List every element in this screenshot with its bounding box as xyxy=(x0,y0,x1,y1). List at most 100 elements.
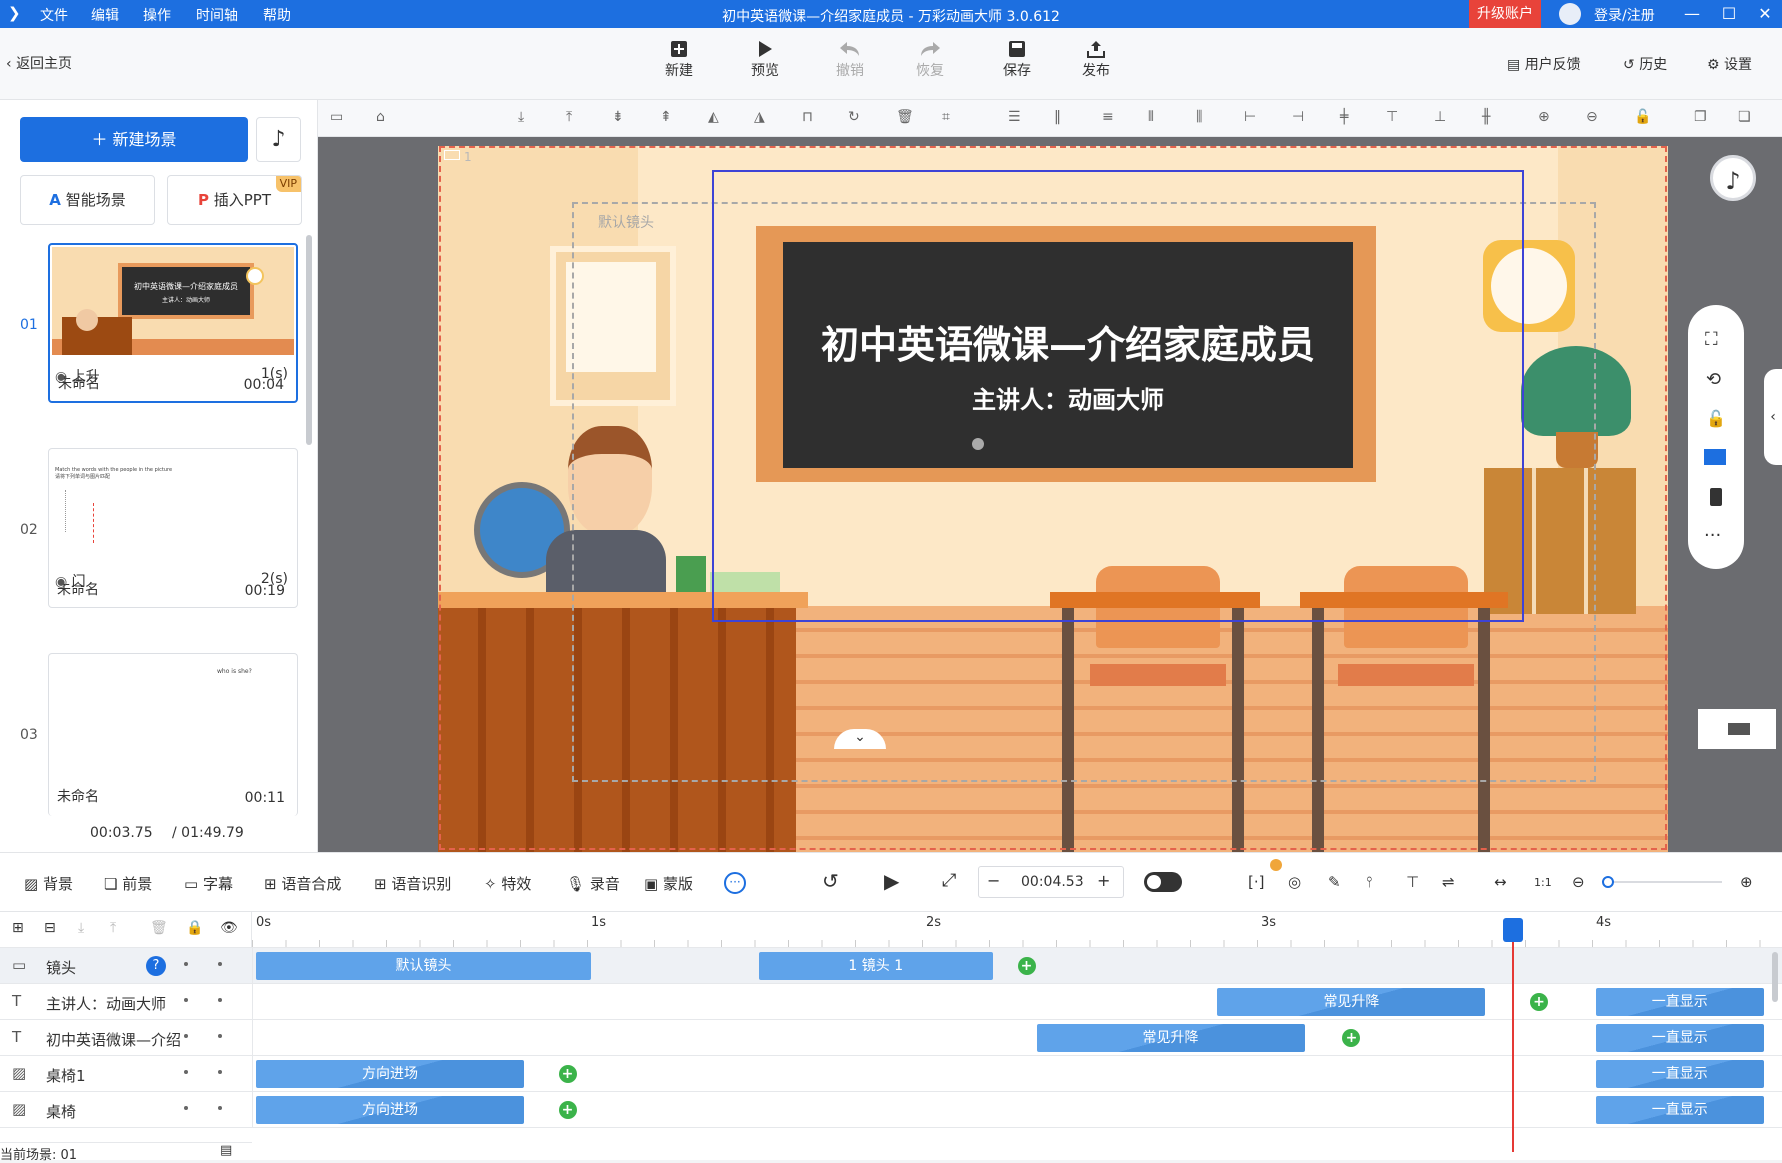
preview-button[interactable]: 预览 xyxy=(737,40,793,80)
align-left-icon[interactable]: ⊢ xyxy=(1244,109,1264,129)
animation-clip[interactable]: 1 镜头 1 xyxy=(758,952,993,980)
track-visibility-toggle[interactable] xyxy=(218,998,222,1002)
animation-clip[interactable]: 一直显示 xyxy=(1596,1024,1764,1052)
track-visibility-toggle[interactable] xyxy=(218,962,222,966)
mobile-icon[interactable] xyxy=(1710,488,1722,506)
track-lock-toggle[interactable] xyxy=(184,1034,188,1038)
align-top-edge-icon[interactable]: ⤒ xyxy=(566,109,586,129)
add-keyframe-icon[interactable]: + xyxy=(558,1101,577,1119)
scene-canvas[interactable]: 初中英语微课—介绍家庭成员 主讲人：动画大师 1 默认镜头 xyxy=(438,146,1668,852)
timeline-settings-icon[interactable]: ▤ xyxy=(220,1143,232,1158)
track-visibility-toggle[interactable] xyxy=(218,1034,222,1038)
redo-button[interactable]: 恢复 xyxy=(902,40,958,80)
zoom-in-icon[interactable]: ⊕ xyxy=(1538,109,1558,129)
track-visibility-toggle[interactable] xyxy=(218,1070,222,1074)
delete-icon[interactable]: 🗑 xyxy=(896,109,916,129)
add-folder-icon[interactable]: ⊞ xyxy=(12,920,24,936)
rotate-icon[interactable]: ↻ xyxy=(848,109,868,129)
more-tools-icon[interactable]: ··· xyxy=(724,872,746,894)
move-layer-up-icon[interactable]: ⤒ xyxy=(110,920,116,936)
add-layer-icon[interactable]: ⊟ xyxy=(44,920,56,936)
paste-icon[interactable]: ❏ xyxy=(1738,109,1758,129)
fullscreen-icon[interactable]: ⤢ xyxy=(942,870,956,891)
align-bottom-2-icon[interactable]: ⊥ xyxy=(1434,109,1454,129)
flip-vertical-icon[interactable]: ◮ xyxy=(754,109,774,129)
tts-button[interactable]: ⊞ 语音合成 xyxy=(264,873,341,894)
timeline-zoom-in-icon[interactable]: ⊕ xyxy=(1740,873,1753,891)
scene-card-03[interactable]: who is she? 未命名 00:11 xyxy=(48,653,298,816)
timeline-zoom-out-icon[interactable]: ⊖ xyxy=(1572,873,1585,891)
foreground-button[interactable]: ❏ 前景 xyxy=(104,873,152,894)
history-button[interactable]: ↺ 历史 xyxy=(1623,54,1667,74)
home-icon[interactable]: ⌂ xyxy=(376,109,396,129)
minimap-icon[interactable] xyxy=(1698,709,1776,749)
collapse-right-icon[interactable]: ‹ xyxy=(1764,369,1782,465)
add-keyframe-icon[interactable]: + xyxy=(1530,993,1549,1011)
eye-icon[interactable]: 👁 xyxy=(220,920,238,936)
login-link[interactable]: 登录/注册 xyxy=(1594,5,1655,25)
asr-button[interactable]: ⊞ 语音识别 xyxy=(374,873,451,894)
animation-clip[interactable]: 一直显示 xyxy=(1596,1060,1764,1088)
align-bottom-icon[interactable]: ≡ xyxy=(1102,109,1122,129)
lock-all-icon[interactable]: 🔒 xyxy=(186,920,203,936)
align-right-icon[interactable]: ⊣ xyxy=(1292,109,1312,129)
move-down-icon[interactable]: ⇟ xyxy=(612,109,632,129)
ratio-icon[interactable]: 1:1 xyxy=(1534,876,1552,889)
split-icon[interactable]: ⫯ xyxy=(1366,873,1373,891)
new-scene-button[interactable]: ＋ 新建场景 xyxy=(20,117,248,162)
unlock-icon[interactable]: 🔓 xyxy=(1706,409,1726,428)
time-decrease-button[interactable]: − xyxy=(987,871,1000,890)
timeline-track[interactable]: T 初中英语微课—介绍 常见升降 一直显示 + xyxy=(0,1020,1782,1056)
animation-clip[interactable]: 常见升降 xyxy=(1217,988,1486,1016)
move-up-icon[interactable]: ⇞ xyxy=(660,109,680,129)
minimize-icon[interactable]: — xyxy=(1677,3,1707,25)
transition-item[interactable]: ◉ 门 2(s) xyxy=(55,571,298,591)
move-layer-down-icon[interactable]: ⤓ xyxy=(78,920,84,936)
flip-horizontal-icon[interactable]: ◭ xyxy=(708,109,728,129)
back-home-button[interactable]: ‹ 返回主页 xyxy=(6,53,72,73)
track-visibility-toggle[interactable] xyxy=(218,1106,222,1110)
replay-icon[interactable]: ↺ xyxy=(822,869,839,893)
animation-clip[interactable]: 一直显示 xyxy=(1596,1096,1764,1124)
timeline-track[interactable]: ▨ 桌椅 方向进场 一直显示 + xyxy=(0,1092,1782,1128)
user-avatar-icon[interactable] xyxy=(1559,3,1581,25)
track-lock-toggle[interactable] xyxy=(184,1070,188,1074)
transition-item[interactable]: ◉ 上升 1(s) xyxy=(55,366,298,386)
subtitle-button[interactable]: ▭ 字幕 xyxy=(184,873,233,894)
playhead[interactable] xyxy=(1503,918,1524,1152)
crop-icon[interactable]: ⌗ xyxy=(942,109,962,129)
maximize-icon[interactable]: ☐ xyxy=(1714,3,1744,25)
timeline-zoom-handle[interactable] xyxy=(1602,876,1614,888)
align-center-h-icon[interactable]: ╪ xyxy=(1340,109,1360,129)
camera-snapshot-icon[interactable]: ◎ xyxy=(1288,873,1301,891)
play-button[interactable]: ▶ xyxy=(884,869,899,893)
fit-screen-icon[interactable]: ⛶ xyxy=(1705,329,1718,350)
unlock-icon[interactable]: 🔓 xyxy=(1634,109,1654,129)
help-icon[interactable]: ? xyxy=(146,956,166,976)
fit-width-icon[interactable]: ↔ xyxy=(1494,873,1507,891)
close-icon[interactable]: ✕ xyxy=(1750,3,1780,25)
playhead-handle[interactable] xyxy=(1503,918,1524,942)
filter-icon[interactable]: ⊤ xyxy=(1406,873,1419,891)
animation-clip[interactable]: 方向进场 xyxy=(256,1060,524,1088)
more-icon[interactable]: ··· xyxy=(1704,525,1721,546)
track-lock-toggle[interactable] xyxy=(184,1106,188,1110)
add-keyframe-icon[interactable]: + xyxy=(1342,1029,1361,1047)
align-top-2-icon[interactable]: ⊤ xyxy=(1386,109,1406,129)
align-middle-icon[interactable]: ‖ xyxy=(1054,109,1074,129)
distribute-v-icon[interactable]: ⫴ xyxy=(1148,109,1168,129)
animation-clip[interactable]: 常见升降 xyxy=(1036,1024,1305,1052)
ruler-icon[interactable]: ▭ xyxy=(330,109,350,129)
selection-frame[interactable] xyxy=(712,170,1524,622)
stage-area[interactable]: 初中英语微课—介绍家庭成员 主讲人：动画大师 1 默认镜头 ♪ ⛶ ⟲ 🔓 ··… xyxy=(318,137,1782,852)
distribute-h-icon[interactable]: ⫼ xyxy=(1196,109,1216,129)
timeline-track[interactable]: ▨ 桌椅1 方向进场 一直显示 + xyxy=(0,1056,1782,1092)
scene-list-scrollbar[interactable] xyxy=(306,235,312,445)
time-ruler[interactable]: 0s 1s 2s 3s 4s xyxy=(252,912,1782,948)
align-top-icon[interactable]: ☰ xyxy=(1008,109,1028,129)
loop-toggle[interactable] xyxy=(1144,872,1182,892)
time-increase-button[interactable]: + xyxy=(1097,871,1110,890)
timeline-track[interactable]: ▭ 镜头? 默认镜头 1 镜头 1 + xyxy=(0,948,1782,984)
zoom-out-icon[interactable]: ⊖ xyxy=(1586,109,1606,129)
rotate-screen-icon[interactable]: ⟲ xyxy=(1706,369,1721,390)
